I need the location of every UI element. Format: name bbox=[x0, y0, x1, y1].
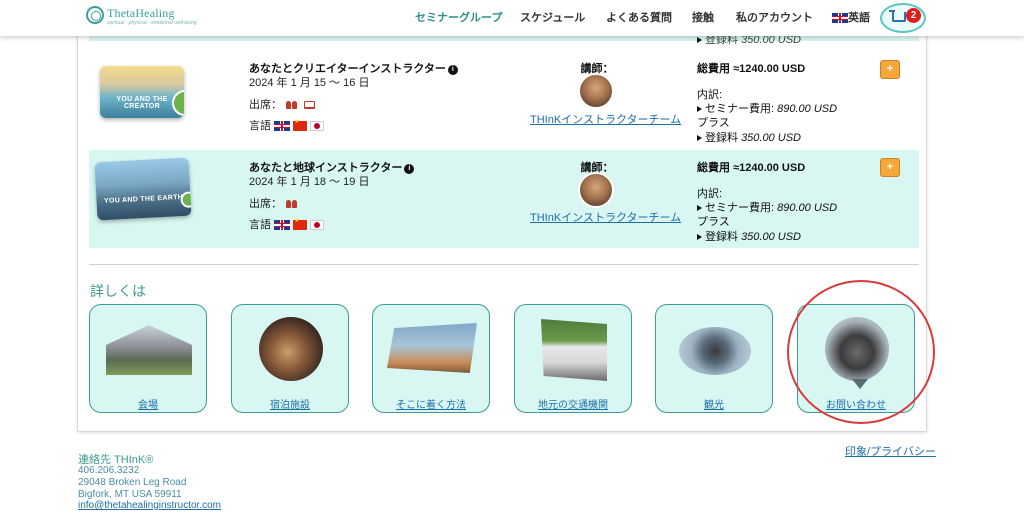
footer-address-line2: Bigfork, MT USA 59911 bbox=[78, 489, 182, 500]
nav-faq[interactable]: よくある質問 bbox=[606, 0, 672, 36]
flag-japan-icon bbox=[310, 121, 325, 132]
flag-uk-icon bbox=[274, 121, 291, 132]
course-thumbnail-creator[interactable]: YOU AND THE CREATOR bbox=[100, 66, 184, 118]
total-cost: 総費用 ≈1240.00 USD bbox=[697, 159, 805, 175]
attendance: 出席： bbox=[249, 96, 315, 112]
cart-button[interactable]: 2 bbox=[880, 3, 926, 33]
languages: 言語 bbox=[249, 117, 325, 133]
footer-address-line1: 29048 Broken Leg Road bbox=[78, 477, 187, 488]
venue-image bbox=[106, 325, 192, 375]
bullet-icon bbox=[697, 234, 702, 240]
total-value: ≈1240.00 USD bbox=[733, 162, 806, 174]
fee-amount: 350.00 USD bbox=[741, 132, 801, 144]
flag-uk-icon bbox=[274, 220, 291, 231]
seminar-fee-amount: 890.00 USD bbox=[777, 103, 838, 115]
instructor-avatar bbox=[578, 73, 614, 109]
footer-email-link[interactable]: info@thetahealinginstructor.com bbox=[78, 500, 221, 511]
speech-bubble-tail-icon bbox=[852, 379, 868, 389]
registration-fee: 登録料 350.00 USD bbox=[697, 228, 801, 244]
logo-tagline: spiritual · physical · emotional well-be… bbox=[107, 20, 197, 26]
language-switcher[interactable]: 英語 bbox=[832, 0, 870, 36]
contact-image bbox=[825, 317, 889, 381]
fee-amount: 350.00 USD bbox=[741, 231, 801, 243]
registration-fee: 登録料 350.00 USD bbox=[697, 129, 801, 145]
fee-label: 登録料 bbox=[705, 231, 738, 243]
flag-japan-icon bbox=[310, 220, 325, 231]
flag-china-icon bbox=[293, 118, 308, 132]
hotel-image bbox=[259, 317, 323, 381]
flag-uk-icon bbox=[832, 13, 848, 24]
card-label[interactable]: 宿泊施設 bbox=[232, 396, 348, 411]
info-card-sightseeing[interactable]: 観光 bbox=[655, 304, 773, 413]
card-label[interactable]: そこに着く方法 bbox=[373, 396, 489, 411]
train-image bbox=[541, 319, 607, 381]
nav-my-account[interactable]: 私のアカウント bbox=[736, 0, 813, 36]
card-label[interactable]: お問い合わせ bbox=[798, 396, 914, 411]
attendance-label: 出席： bbox=[249, 99, 282, 111]
language-label: 言語 bbox=[249, 219, 271, 231]
instructor-link[interactable]: THInKインストラクターチーム bbox=[530, 209, 681, 225]
airplane-image bbox=[387, 323, 477, 373]
more-info-title: 詳しくは bbox=[90, 283, 146, 299]
bullet-icon bbox=[697, 106, 702, 112]
logo-icon bbox=[86, 6, 104, 24]
info-card-directions[interactable]: そこに着く方法 bbox=[372, 304, 490, 413]
add-to-cart-button[interactable]: + bbox=[880, 60, 900, 79]
info-icon[interactable]: i bbox=[404, 164, 415, 174]
bullet-icon bbox=[697, 37, 702, 43]
card-label[interactable]: 地元の交通機関 bbox=[515, 396, 631, 411]
instructor-avatar bbox=[578, 172, 614, 208]
sightseeing-image bbox=[679, 327, 751, 375]
logo-text: ThetaHealing bbox=[107, 6, 175, 20]
bullet-icon bbox=[697, 135, 702, 141]
info-card-transport[interactable]: 地元の交通機関 bbox=[514, 304, 632, 413]
nav-seminar-groups[interactable]: セミナーグループ bbox=[415, 0, 502, 36]
instructor-link[interactable]: THInKインストラクターチーム bbox=[530, 111, 681, 127]
total-value: ≈1240.00 USD bbox=[733, 63, 806, 75]
in-person-icon bbox=[286, 101, 298, 110]
fee-label: 登録料 bbox=[705, 132, 738, 144]
cart-count-badge: 2 bbox=[906, 8, 921, 23]
languages: 言語 bbox=[249, 216, 325, 232]
info-icon[interactable]: i bbox=[447, 65, 458, 75]
footer-phone: 406.206.3232 bbox=[78, 465, 140, 476]
flag-china-icon bbox=[293, 217, 308, 231]
seminar-fee-amount: 890.00 USD bbox=[777, 202, 838, 214]
thumbnail-badge-icon bbox=[180, 191, 192, 209]
total-label: 総費用 bbox=[697, 63, 730, 75]
card-label[interactable]: 会場 bbox=[90, 396, 206, 411]
thumbnail-title: YOU AND THE EARTH bbox=[103, 193, 184, 206]
privacy-link[interactable]: 印象/プライバシー bbox=[845, 443, 936, 459]
bullet-icon bbox=[697, 205, 702, 211]
card-label[interactable]: 観光 bbox=[656, 396, 772, 411]
course-date: 2024 年 1 月 18 ～ 19 日 bbox=[249, 176, 370, 188]
course-date: 2024 年 1 月 15 ～ 16 日 bbox=[249, 77, 370, 89]
section-divider bbox=[89, 264, 919, 265]
plus-label: プラス bbox=[697, 216, 730, 228]
logo[interactable]: ThetaHealing spiritual · physical · emot… bbox=[86, 4, 197, 32]
cart-icon bbox=[889, 10, 906, 22]
attendance: 出席： bbox=[249, 195, 298, 211]
plus-label: プラス bbox=[697, 117, 730, 129]
attendance-label: 出席： bbox=[249, 198, 282, 210]
online-icon bbox=[304, 101, 315, 110]
site-header: ThetaHealing spiritual · physical · emot… bbox=[0, 0, 1024, 36]
info-card-contact[interactable]: お問い合わせ bbox=[797, 304, 915, 413]
nav-contact[interactable]: 接触 bbox=[692, 0, 714, 36]
language-label: 言語 bbox=[249, 120, 271, 132]
info-card-accommodation[interactable]: 宿泊施設 bbox=[231, 304, 349, 413]
in-person-icon bbox=[286, 200, 298, 209]
nav-schedule[interactable]: スケジュール bbox=[520, 0, 585, 36]
thumbnail-badge-icon bbox=[172, 90, 184, 116]
add-to-cart-button[interactable]: + bbox=[880, 158, 900, 177]
course-thumbnail-earth[interactable]: YOU AND THE EARTH bbox=[94, 157, 192, 221]
language-label: 英語 bbox=[848, 12, 870, 24]
seminar-panel: 登録料 350.00 USD YOU AND THE CREATOR あなたとク… bbox=[77, 0, 927, 432]
info-card-venue[interactable]: 会場 bbox=[89, 304, 207, 413]
total-cost: 総費用 ≈1240.00 USD bbox=[697, 60, 805, 76]
total-label: 総費用 bbox=[697, 162, 730, 174]
